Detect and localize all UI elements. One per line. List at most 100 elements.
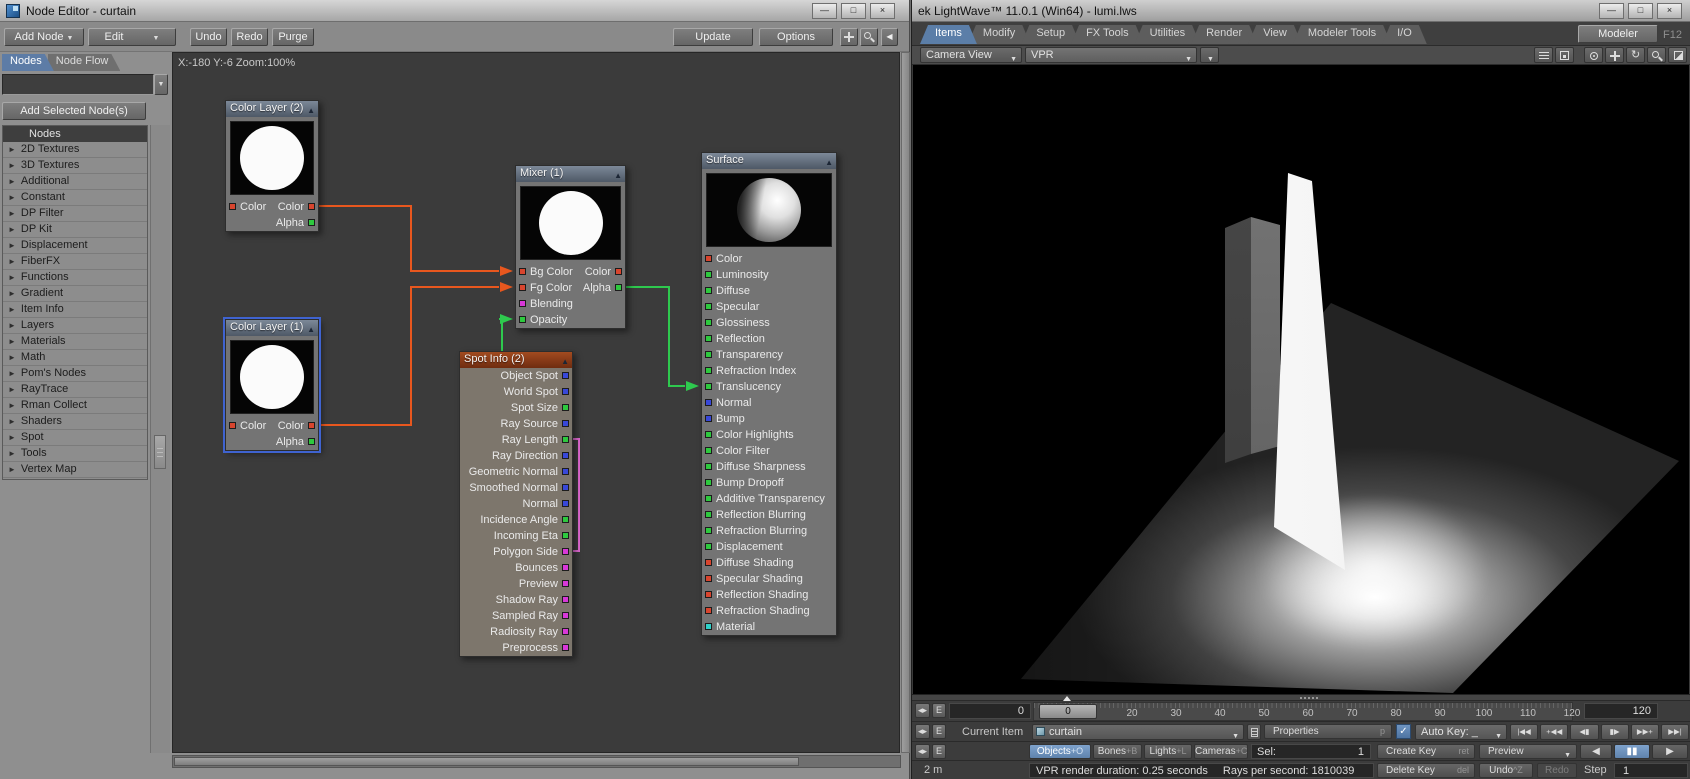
pin-out-alpha[interactable] [308, 438, 315, 445]
purge-button[interactable]: Purge [272, 28, 314, 46]
pin-in-diffuse[interactable] [705, 287, 712, 294]
add-node-dropdown[interactable]: Add Node ▼ [4, 28, 84, 46]
menu-tab-fx-tools[interactable]: FX Tools [1071, 25, 1144, 44]
pin-in-displacement[interactable] [705, 543, 712, 550]
menu-tab-setup[interactable]: Setup [1021, 25, 1080, 44]
library-category-gradient[interactable]: ►Gradient [3, 286, 147, 302]
pin-in-additive-transparency[interactable] [705, 495, 712, 502]
pin-in-color-filter[interactable] [705, 447, 712, 454]
pin-out-color[interactable] [308, 203, 315, 210]
pin-in-reflection[interactable] [705, 335, 712, 342]
pin-in-transparency[interactable] [705, 351, 712, 358]
select-cameras-button[interactable]: Cameras+C [1194, 744, 1248, 759]
node-spot-info-2[interactable]: Spot Info (2)▲Object SpotWorld SpotSpot … [459, 351, 573, 657]
close-button[interactable]: × [870, 3, 895, 19]
maximize-button[interactable]: □ [841, 3, 866, 19]
pin-in-bump[interactable] [705, 415, 712, 422]
preview-dropdown[interactable]: Preview ▼ [1479, 744, 1577, 759]
collapse-arrow-icon[interactable]: ▲ [561, 354, 569, 369]
step-value-field[interactable]: 1 [1614, 763, 1688, 778]
node-mixer-1[interactable]: Mixer (1)▲Bg ColorColorFg ColorAlphaBlen… [515, 165, 626, 329]
pin-out-preview[interactable] [562, 580, 569, 587]
pin-in-blending[interactable] [519, 300, 526, 307]
undo-button[interactable]: Undo [190, 28, 227, 46]
menu-tab-modeler-tools[interactable]: Modeler Tools [1293, 25, 1391, 44]
pin-in-luminosity[interactable] [705, 271, 712, 278]
row-envelope-button[interactable]: E [932, 724, 946, 739]
menu-tab-i-o[interactable]: I/O [1382, 25, 1427, 44]
node-title-spot-info-2[interactable]: Spot Info (2)▲ [460, 352, 572, 368]
pin-out-normal[interactable] [562, 500, 569, 507]
edit-dropdown[interactable]: Edit ▼ [88, 28, 176, 46]
node-search-input[interactable] [2, 74, 154, 95]
row-nav-button[interactable]: ◂▸ [915, 724, 930, 739]
pin-out-geometric-normal[interactable] [562, 468, 569, 475]
node-color-layer-1[interactable]: Color Layer (1)▲ColorColorAlpha [225, 319, 319, 451]
pin-out-ray-source[interactable] [562, 420, 569, 427]
update-button[interactable]: Update [673, 28, 753, 46]
item-list-button[interactable] [1247, 724, 1261, 740]
library-category-2d-textures[interactable]: ►2D Textures [3, 142, 147, 158]
pin-in-fg-color[interactable] [519, 284, 526, 291]
library-category-functions[interactable]: ►Functions [3, 270, 147, 286]
zoom-view-button[interactable] [1647, 47, 1666, 63]
menu-tab-utilities[interactable]: Utilities [1135, 25, 1200, 44]
menu-tab-modify[interactable]: Modify [968, 25, 1030, 44]
panel-splitter[interactable] [150, 125, 170, 753]
library-category-raytrace[interactable]: ►RayTrace [3, 382, 147, 398]
library-category-vertex-map[interactable]: ►Vertex Map [3, 462, 147, 478]
view-mode-dropdown[interactable]: Camera View▼ [920, 47, 1022, 63]
pin-out-color[interactable] [615, 268, 622, 275]
node-title-surface[interactable]: Surface▲ [702, 153, 836, 169]
transport-button[interactable]: ▶▶| [1661, 724, 1689, 740]
canvas-horizontal-scrollbar[interactable] [172, 755, 901, 768]
wire-color-layer-2-to-mixer-bg[interactable] [319, 206, 499, 271]
node-search-dropdown-button[interactable]: ▼ [154, 74, 168, 95]
redo-button[interactable]: Redo [231, 28, 268, 46]
collapse-panel-button[interactable]: ◀ [881, 28, 898, 46]
select-lights-button[interactable]: Lights+L [1144, 744, 1192, 759]
pin-out-alpha[interactable] [615, 284, 622, 291]
pin-in-refraction-index[interactable] [705, 367, 712, 374]
options-button[interactable]: Options [759, 28, 833, 46]
node-editor-titlebar[interactable]: Node Editor - curtain — □ × [0, 0, 909, 22]
library-category-additional[interactable]: ►Additional [3, 174, 147, 190]
close-button[interactable]: × [1657, 3, 1682, 19]
library-category-dp-filter[interactable]: ►DP Filter [3, 206, 147, 222]
node-surface[interactable]: Surface▲ColorLuminosityDiffuseSpecularGl… [701, 152, 837, 636]
row-envelope-button[interactable]: E [932, 744, 946, 759]
pin-in-diffuse-sharpness[interactable] [705, 463, 712, 470]
menu-tab-items[interactable]: Items [920, 25, 977, 44]
transport-button[interactable]: ▶▶+ [1631, 724, 1659, 740]
pin-out-radiosity-ray[interactable] [562, 628, 569, 635]
auto-key-dropdown[interactable]: Auto Key: _▼ [1415, 724, 1507, 740]
maximize-view-button[interactable] [1668, 47, 1687, 63]
minimize-button[interactable]: — [1599, 3, 1624, 19]
library-category-item-info[interactable]: ►Item Info [3, 302, 147, 318]
modeler-button[interactable]: Modeler [1578, 25, 1658, 43]
create-key-button[interactable]: Create Key ret [1377, 744, 1475, 759]
node-graph-canvas[interactable]: X:-180 Y:-6 Zoom:100% Color Layer (2)▲Co… [172, 52, 900, 753]
pin-in-diffuse-shading[interactable] [705, 559, 712, 566]
transport-button[interactable]: |◀◀ [1510, 724, 1538, 740]
splitter-grip[interactable] [154, 435, 166, 469]
tab-nodes[interactable]: Nodes [2, 54, 54, 71]
library-category-tools[interactable]: ►Tools [3, 446, 147, 462]
pin-in-reflection-blurring[interactable] [705, 511, 712, 518]
pan-view-button[interactable] [1605, 47, 1624, 63]
library-category-materials[interactable]: ►Materials [3, 334, 147, 350]
node-color-layer-2[interactable]: Color Layer (2)▲ColorColorAlpha [225, 100, 319, 232]
pin-in-specular[interactable] [705, 303, 712, 310]
pin-in-specular-shading[interactable] [705, 575, 712, 582]
zoom-tool-button[interactable] [860, 28, 878, 46]
library-category-3d-textures[interactable]: ►3D Textures [3, 158, 147, 174]
maximize-button[interactable]: □ [1628, 3, 1653, 19]
pin-out-incidence-angle[interactable] [562, 516, 569, 523]
timeline-nav-button[interactable]: ◂▸ [915, 703, 930, 718]
wire-mixer-alpha-to-surface-translucency[interactable] [626, 287, 685, 386]
collapse-arrow-icon[interactable]: ▲ [614, 168, 622, 183]
library-category-constant[interactable]: ►Constant [3, 190, 147, 206]
pin-in-color[interactable] [229, 422, 236, 429]
add-selected-button[interactable]: Add Selected Node(s) [2, 102, 146, 120]
current-item-dropdown[interactable]: curtain ▼ [1032, 724, 1244, 740]
